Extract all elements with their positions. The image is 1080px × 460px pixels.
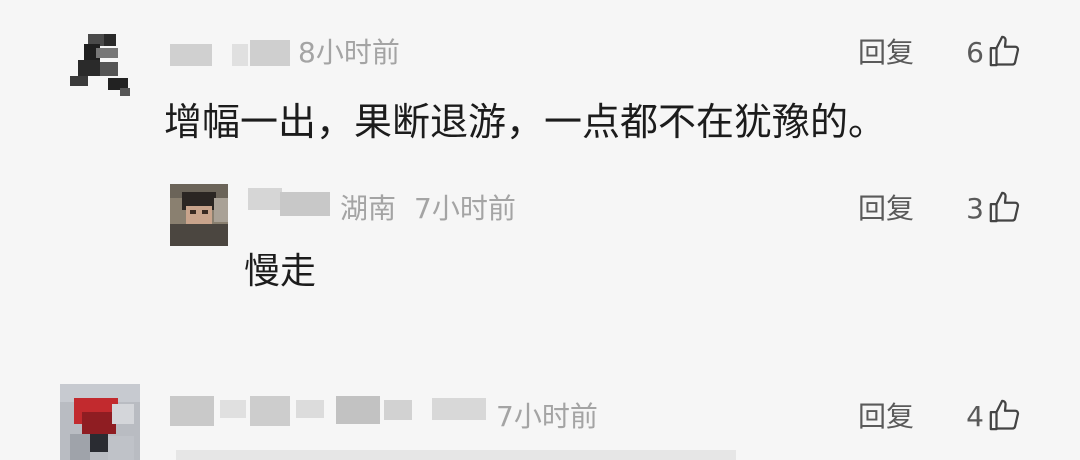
like-count: 6 xyxy=(966,36,984,69)
reply-button[interactable]: 回复 xyxy=(858,400,914,434)
like-count: 4 xyxy=(966,400,984,433)
reply-button[interactable]: 回复 xyxy=(858,36,914,70)
avatar[interactable] xyxy=(60,384,140,460)
like-count: 3 xyxy=(966,192,984,225)
thumbs-up-icon xyxy=(989,35,1020,67)
comment-text: 增幅一出，果断退游，一点都不在犹豫的。 xyxy=(164,100,887,144)
avatar[interactable] xyxy=(64,32,136,98)
comment-time: 7小时前 xyxy=(496,400,598,433)
thumbs-up-icon xyxy=(989,399,1020,431)
comment-time: 7小时前 xyxy=(414,192,516,225)
thumbs-up-icon xyxy=(989,191,1020,223)
reply-button[interactable]: 回复 xyxy=(858,192,914,226)
avatar[interactable] xyxy=(170,184,228,246)
comment-text: 慢走 xyxy=(244,251,317,292)
comment-time: 8小时前 xyxy=(298,36,400,69)
comment-location: 湖南 xyxy=(340,192,397,225)
